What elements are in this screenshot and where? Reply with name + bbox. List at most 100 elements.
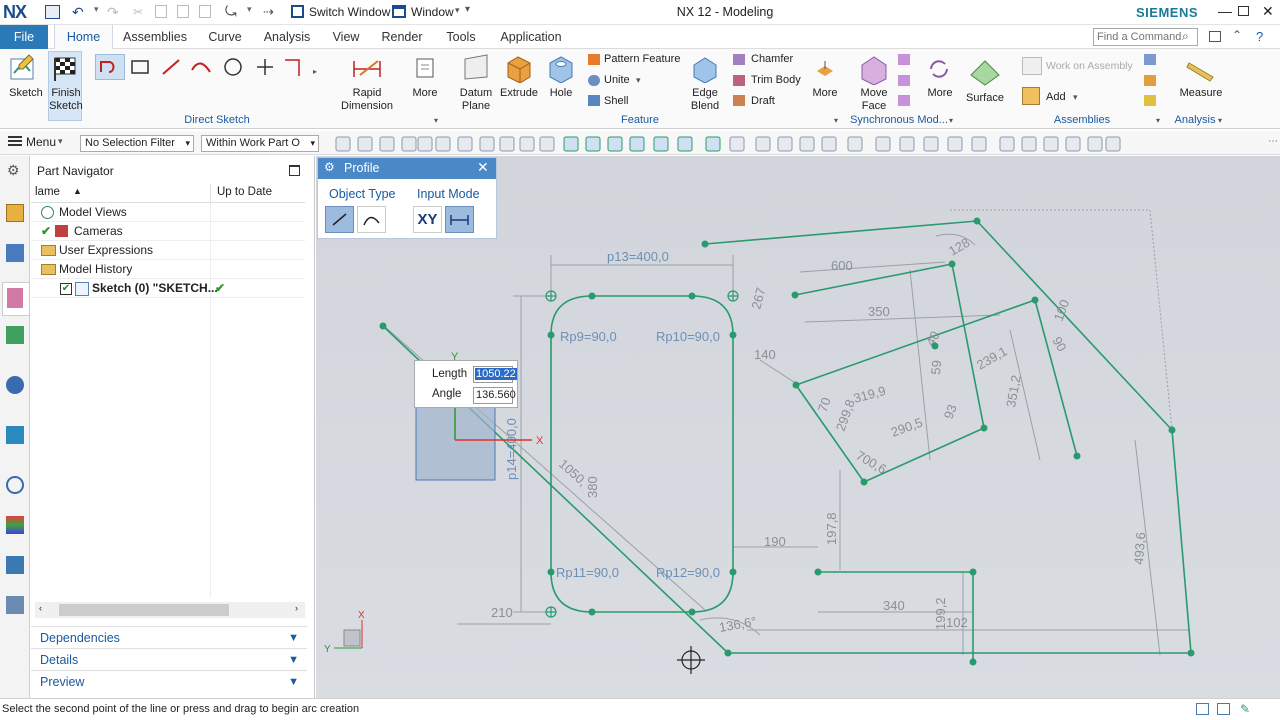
sketch-line[interactable]	[795, 299, 1036, 386]
sketch-vertex[interactable]	[1073, 452, 1081, 460]
roles-icon[interactable]	[6, 596, 24, 614]
dim-40[interactable]: 40	[923, 328, 943, 348]
sketch-line[interactable]	[951, 263, 985, 429]
snap-option-icon[interactable]	[629, 136, 645, 152]
group-expand-icon[interactable]: ▾	[434, 116, 438, 125]
sort-ascending-icon[interactable]: ▲	[73, 186, 82, 196]
sketch-vertex[interactable]	[379, 322, 387, 330]
sketch-vertex[interactable]	[688, 608, 696, 616]
assembly-tool1-icon[interactable]	[1144, 54, 1156, 65]
sketch-vertex[interactable]	[969, 568, 977, 576]
switch-window-button[interactable]: Switch Window	[309, 5, 390, 19]
sketch-icon[interactable]	[9, 53, 41, 83]
trim-body-button[interactable]: Trim Body	[751, 74, 801, 86]
snap-option-icon[interactable]	[799, 136, 815, 152]
system-materials-icon[interactable]	[6, 516, 24, 534]
repeat-command-icon[interactable]: ⤿	[225, 3, 237, 20]
sketch-vertex[interactable]	[791, 291, 799, 299]
menu-button[interactable]: Menu	[26, 135, 56, 149]
constraint-navigator-icon[interactable]	[6, 244, 24, 262]
maximize-panel-icon[interactable]	[289, 165, 300, 176]
dim-239[interactable]: 239,1	[974, 343, 1010, 372]
sketch-line[interactable]	[1034, 299, 1078, 457]
unite-dropdown-icon[interactable]: ▾	[636, 75, 641, 86]
cut-icon[interactable]: ✂	[133, 5, 143, 19]
sync-tool1-icon[interactable]	[898, 54, 910, 65]
web-browser-icon[interactable]	[6, 426, 24, 444]
dialog-gear-icon[interactable]: ⚙	[324, 160, 335, 174]
tab-assemblies[interactable]: Assemblies	[118, 25, 192, 49]
snap-option-icon[interactable]	[539, 136, 555, 152]
add-dropdown-icon[interactable]: ▾	[1073, 92, 1078, 103]
snap-option-icon[interactable]	[677, 136, 693, 152]
dim-351[interactable]: 351,2	[1003, 374, 1023, 409]
dim-93[interactable]: 93	[941, 402, 960, 421]
snap-option-icon[interactable]	[755, 136, 771, 152]
arc-type-button[interactable]	[357, 206, 386, 233]
sketch-vertex[interactable]	[1031, 296, 1039, 304]
touch-mode-icon[interactable]: ⇢	[263, 4, 274, 20]
snap-option-icon[interactable]	[899, 136, 915, 152]
snap-option-icon[interactable]	[777, 136, 793, 152]
dim-p14[interactable]: p14=400,0	[504, 418, 519, 480]
length-input[interactable]: 1050.22	[473, 366, 517, 383]
save-icon[interactable]	[45, 5, 60, 19]
paste-special-icon[interactable]	[199, 5, 211, 18]
snap-option-icon[interactable]	[457, 136, 473, 152]
edge-blend-icon[interactable]	[690, 53, 720, 83]
process-studio-icon[interactable]	[6, 556, 24, 574]
sketch-vertex[interactable]	[729, 568, 737, 576]
tree-item-model-views[interactable]: Model Views	[31, 203, 305, 222]
snap-option-icon[interactable]	[499, 136, 515, 152]
window-menu-button[interactable]: Window	[411, 5, 454, 19]
snap-option-icon[interactable]	[999, 136, 1015, 152]
tab-application[interactable]: Application	[494, 25, 568, 49]
snap-option-icon[interactable]	[1021, 136, 1037, 152]
rectangle-icon[interactable]	[130, 58, 150, 76]
snap-option-icon[interactable]	[1087, 136, 1103, 152]
preview-section[interactable]: Preview ▼	[31, 670, 307, 692]
redo-icon[interactable]: ↷	[107, 4, 119, 21]
sketch-vertex[interactable]	[588, 608, 596, 616]
status-tool3-icon[interactable]: ✎	[1240, 702, 1250, 716]
sketch-vertex[interactable]	[1168, 426, 1176, 434]
tab-view[interactable]: View	[326, 25, 366, 49]
paste-icon[interactable]	[177, 5, 189, 18]
details-section[interactable]: Details ▼	[31, 648, 307, 670]
close-window-icon[interactable]: ✕	[1262, 3, 1274, 20]
resource-bar-icon[interactable]	[1209, 31, 1221, 42]
unite-button[interactable]: Unite	[604, 74, 630, 86]
checkbox-checked-icon[interactable]: ✔	[60, 283, 72, 295]
snap-option-icon[interactable]	[479, 136, 495, 152]
dim-rp11[interactable]: Rp11=90,0	[556, 565, 619, 580]
sketch-vertex[interactable]	[724, 649, 732, 657]
work-on-assembly-button[interactable]: Work on Assembly	[1046, 60, 1133, 72]
search-icon[interactable]: ⌕	[1182, 29, 1189, 44]
feature-more-icon[interactable]	[813, 57, 837, 81]
sketch-line[interactable]	[794, 263, 953, 296]
dim-197[interactable]: 197,8	[824, 512, 839, 545]
dim-210[interactable]: 210	[491, 605, 513, 620]
hole-icon[interactable]	[546, 53, 576, 83]
line-icon[interactable]	[161, 58, 181, 76]
tab-home[interactable]: Home	[54, 25, 113, 49]
dim-rp9[interactable]: Rp9=90,0	[560, 329, 617, 344]
move-face-icon[interactable]	[858, 53, 890, 85]
minimize-icon[interactable]: —	[1218, 3, 1232, 19]
snap-option-icon[interactable]	[335, 136, 351, 152]
snap-option-icon[interactable]	[923, 136, 939, 152]
chamfer-button[interactable]: Chamfer	[751, 53, 793, 65]
sketch-vertex[interactable]	[688, 292, 696, 300]
studio-spline-icon[interactable]	[283, 56, 305, 78]
snap-option-icon[interactable]	[563, 136, 579, 152]
repeat-dropdown-icon[interactable]: ▾	[247, 4, 252, 15]
snap-option-icon[interactable]	[519, 136, 535, 152]
help-icon[interactable]: ?	[1256, 29, 1263, 44]
dim-90[interactable]: 90	[1049, 334, 1069, 354]
sketch-vertex[interactable]	[701, 240, 709, 248]
sync-more-icon[interactable]	[927, 57, 951, 81]
uptodate-column-header[interactable]: Up to Date	[217, 186, 272, 198]
tree-item-cameras[interactable]: ✔ Cameras	[31, 222, 305, 241]
tree-item-model-history[interactable]: Model History	[31, 260, 305, 279]
add-component-button[interactable]: Add	[1046, 91, 1066, 103]
